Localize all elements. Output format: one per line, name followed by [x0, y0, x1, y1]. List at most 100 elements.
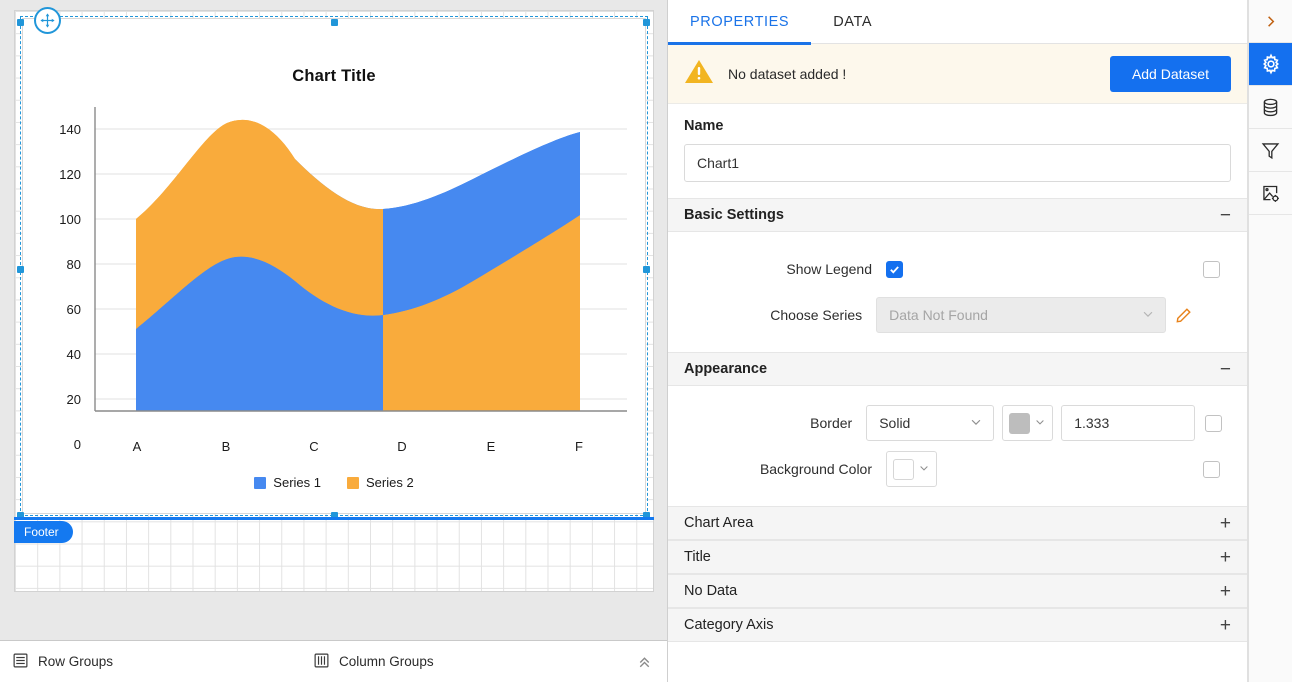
row-groups-icon — [12, 652, 29, 672]
report-body: Chart Title 140 120 100 80 60 40 20 0 A … — [14, 10, 654, 519]
chevron-right-icon[interactable] — [1249, 0, 1292, 43]
legend-swatch-icon — [254, 476, 267, 489]
name-field-block: Name — [668, 104, 1247, 198]
no-dataset-banner: No dataset added ! Add Dataset — [668, 44, 1247, 104]
section-header-chart-area[interactable]: Chart Area + — [668, 506, 1247, 540]
collapse-minus-icon[interactable]: − — [1220, 360, 1231, 379]
filter-icon[interactable] — [1249, 129, 1292, 172]
choose-series-value: Data Not Found — [889, 307, 988, 323]
add-dataset-button[interactable]: Add Dataset — [1109, 55, 1231, 92]
choose-series-select[interactable]: Data Not Found — [876, 297, 1167, 333]
border-width-stepper[interactable] — [1061, 405, 1196, 441]
section-header-basic-settings[interactable]: Basic Settings − — [668, 198, 1247, 232]
x-tick-e: E — [486, 439, 496, 454]
section-title-chart-area: Chart Area — [684, 515, 754, 531]
background-color-swatch — [893, 458, 914, 480]
properties-panel: PROPERTIES DATA No dataset added ! Add D… — [668, 0, 1248, 682]
border-color-picker[interactable] — [1002, 405, 1054, 441]
panel-content: Name Basic Settings − Show Legend — [668, 104, 1247, 682]
section-header-title[interactable]: Title + — [668, 540, 1247, 574]
resize-handle-mid-left[interactable] — [17, 266, 24, 273]
expand-plus-icon[interactable]: + — [1220, 582, 1231, 601]
chevron-down-icon — [1034, 416, 1046, 431]
column-groups-label: Column Groups — [339, 654, 434, 669]
row-border: Border Solid — [684, 400, 1231, 446]
chevron-double-up-icon[interactable] — [636, 654, 653, 676]
panel-tabs: PROPERTIES DATA — [668, 0, 1247, 45]
section-body-basic-settings: Show Legend Choose Series Data Not Found — [668, 232, 1247, 352]
row-choose-series: Choose Series Data Not Found — [684, 292, 1231, 338]
resize-handle-top-left[interactable] — [17, 19, 24, 26]
database-icon[interactable] — [1249, 86, 1292, 129]
row-groups-button[interactable]: Row Groups — [12, 652, 113, 672]
legend-item-series-2[interactable]: Series 2 — [347, 475, 414, 490]
section-title-basic-settings: Basic Settings — [684, 207, 784, 223]
border-expression-checkbox[interactable] — [1204, 414, 1222, 432]
section-header-appearance[interactable]: Appearance − — [668, 352, 1247, 386]
section-title-appearance: Appearance — [684, 361, 768, 377]
right-icon-rail — [1248, 0, 1292, 682]
background-color-label: Background Color — [759, 461, 872, 477]
x-tick-b: B — [221, 439, 231, 454]
row-background-color: Background Color — [684, 446, 1231, 492]
resize-handle-top-right[interactable] — [643, 19, 650, 26]
designer-statusbar: Row Groups Column Groups — [0, 640, 667, 682]
banner-message: No dataset added ! — [728, 65, 847, 82]
border-style-value: Solid — [879, 415, 911, 431]
resize-handle-mid-right[interactable] — [643, 266, 650, 273]
border-label: Border — [810, 415, 853, 431]
section-header-no-data[interactable]: No Data + — [668, 574, 1247, 608]
chevron-down-icon — [969, 415, 983, 432]
chart-report-item[interactable]: Chart Title 140 120 100 80 60 40 20 0 A … — [22, 18, 646, 514]
gear-icon[interactable] — [1249, 43, 1292, 86]
app-root: Chart Title 140 120 100 80 60 40 20 0 A … — [0, 0, 1292, 682]
image-settings-icon[interactable] — [1249, 172, 1292, 215]
section-title-category-axis: Category Axis — [684, 617, 774, 633]
report-designer: Chart Title 140 120 100 80 60 40 20 0 A … — [0, 0, 668, 682]
section-title-title: Title — [684, 549, 711, 565]
name-input[interactable] — [684, 144, 1231, 182]
chevron-down-icon — [1141, 307, 1155, 324]
pencil-icon[interactable] — [1174, 306, 1193, 325]
warning-triangle-icon — [684, 58, 714, 90]
row-groups-label: Row Groups — [38, 654, 114, 669]
background-color-expression-checkbox[interactable] — [1202, 460, 1220, 478]
section-header-category-axis[interactable]: Category Axis + — [668, 608, 1247, 642]
choose-series-label: Choose Series — [770, 307, 863, 323]
x-tick-c: C — [309, 439, 319, 454]
chart-plot — [94, 107, 627, 412]
expand-plus-icon[interactable]: + — [1220, 616, 1231, 635]
move-arrows-icon[interactable] — [34, 7, 61, 34]
legend-label-series-2: Series 2 — [366, 475, 414, 490]
x-tick-d: D — [397, 439, 407, 454]
legend-item-series-1[interactable]: Series 1 — [254, 475, 321, 490]
footer-tab[interactable]: Footer — [14, 521, 73, 543]
show-legend-checkbox[interactable] — [886, 260, 903, 278]
chevron-down-icon — [918, 462, 930, 477]
border-width-input[interactable] — [1062, 415, 1195, 431]
legend-swatch-icon — [347, 476, 359, 489]
chart-legend: Series 1 Series 2 — [23, 475, 645, 490]
expand-plus-icon[interactable]: + — [1220, 514, 1231, 533]
show-legend-label: Show Legend — [786, 261, 872, 277]
resize-handle-top-center[interactable] — [331, 19, 338, 26]
show-legend-expression-checkbox[interactable] — [1202, 260, 1220, 278]
expand-plus-icon[interactable]: + — [1220, 548, 1231, 567]
footer-separator — [14, 517, 654, 520]
column-groups-button[interactable]: Column Groups — [313, 652, 434, 672]
tab-properties[interactable]: PROPERTIES — [668, 0, 812, 45]
collapse-minus-icon[interactable]: − — [1220, 206, 1231, 225]
design-canvas[interactable]: Chart Title 140 120 100 80 60 40 20 0 A … — [0, 0, 667, 640]
background-color-picker[interactable] — [886, 451, 937, 487]
name-label: Name — [684, 118, 724, 134]
border-style-select[interactable]: Solid — [866, 405, 995, 441]
column-groups-icon — [313, 652, 330, 672]
x-tick-f: F — [575, 439, 583, 454]
row-show-legend: Show Legend — [684, 246, 1231, 292]
section-body-appearance: Border Solid 1.333 Background Color — [668, 386, 1247, 506]
section-title-no-data: No Data — [684, 583, 738, 599]
border-color-swatch — [1009, 412, 1031, 434]
x-tick-a: A — [132, 439, 142, 454]
legend-label-series-1: Series 1 — [273, 475, 321, 490]
tab-data[interactable]: DATA — [811, 0, 894, 44]
